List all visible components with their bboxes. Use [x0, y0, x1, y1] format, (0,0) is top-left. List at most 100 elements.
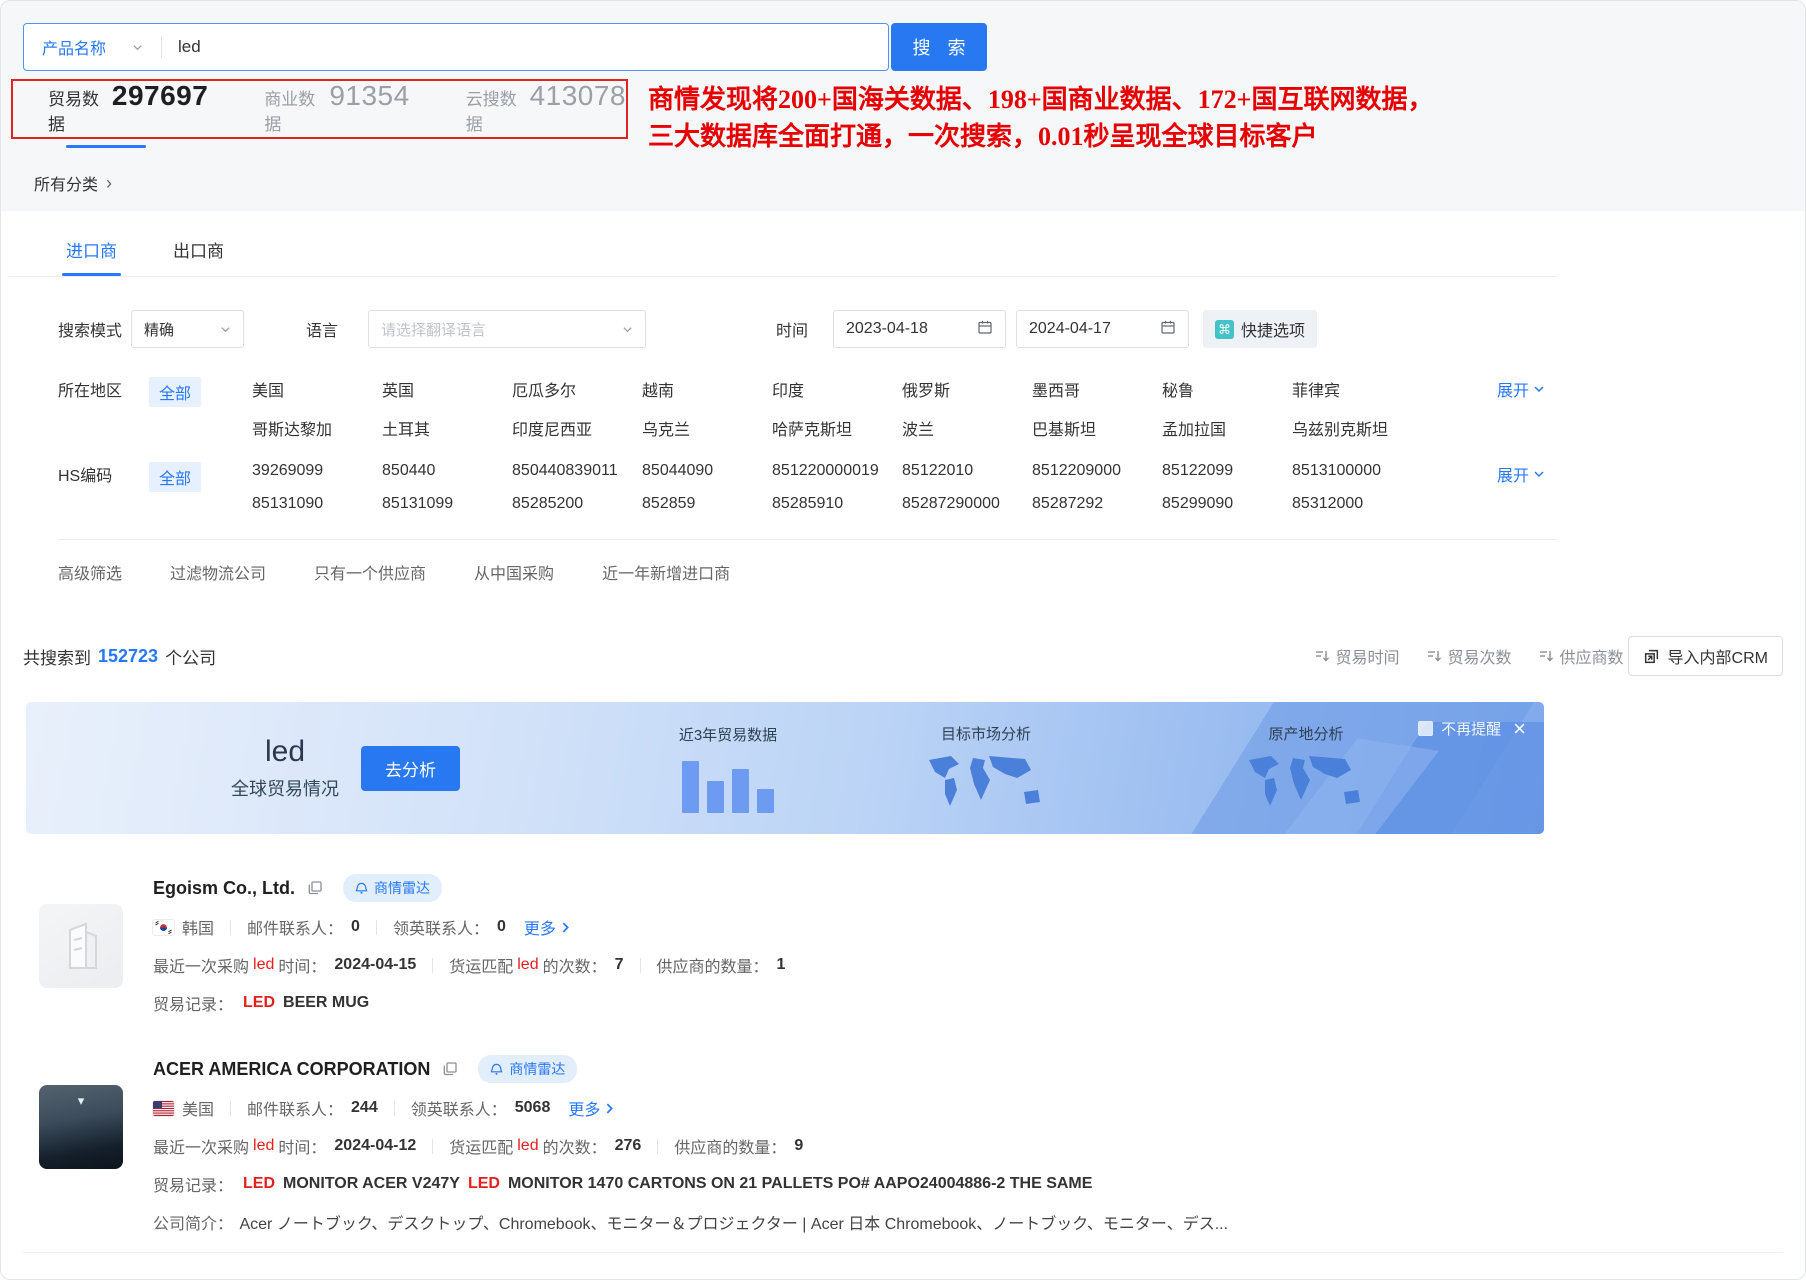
hs-expand-link[interactable]: 展开: [1497, 462, 1545, 486]
search-input[interactable]: [162, 37, 888, 57]
region-item[interactable]: 波兰: [902, 416, 1032, 440]
stat-business-data[interactable]: 商业数据 91354: [264, 80, 409, 139]
purchase-prefix: 最近一次采购: [153, 953, 249, 977]
advanced-filter-item[interactable]: 过滤物流公司: [170, 560, 266, 584]
radar-badge[interactable]: 商情雷达: [478, 1055, 577, 1083]
region-item[interactable]: 俄罗斯: [902, 377, 1032, 401]
hs-row-2: 8513109085131099852852008528598528591085…: [252, 495, 1422, 513]
chevron-down-icon: [1533, 468, 1545, 480]
region-all-pill[interactable]: 全部: [149, 377, 201, 407]
keyword-highlight: led: [517, 1137, 538, 1155]
sort-label: 贸易次数: [1448, 644, 1512, 668]
company-thumbnail[interactable]: [39, 904, 123, 988]
hs-code-item[interactable]: 851220000019: [772, 462, 902, 480]
close-icon[interactable]: ×: [1513, 721, 1526, 737]
quick-options-button[interactable]: ⌘ 快捷选项: [1203, 310, 1317, 348]
chevron-down-icon: [132, 42, 143, 53]
region-item[interactable]: 土耳其: [382, 416, 512, 440]
hs-code-item[interactable]: 8513100000: [1292, 462, 1422, 480]
hs-code-item[interactable]: 850440: [382, 462, 512, 480]
region-item[interactable]: 墨西哥: [1032, 377, 1162, 401]
search-mode-select[interactable]: 精确: [131, 310, 244, 348]
hs-code-item[interactable]: 85285200: [512, 495, 642, 513]
hs-code-item[interactable]: 85312000: [1292, 495, 1422, 513]
advanced-filter-row: 高级筛选 过滤物流公司 只有一个供应商 从中国采购 近一年新增进口商: [9, 540, 1557, 606]
region-item[interactable]: 厄瓜多尔: [512, 377, 642, 401]
copy-icon[interactable]: [442, 1061, 458, 1077]
more-link[interactable]: 更多: [524, 915, 572, 939]
results-section: 共搜索到 152723 个公司 贸易时间 贸易次数 供应商数: [1, 636, 1805, 1253]
sort-option[interactable]: 贸易时间: [1314, 644, 1400, 668]
hs-code-item[interactable]: 850440839011: [512, 462, 642, 480]
advanced-filter-item[interactable]: 只有一个供应商: [314, 560, 426, 584]
stat-value: 91354: [329, 80, 409, 112]
radar-badge[interactable]: 商情雷达: [343, 874, 442, 902]
copy-icon[interactable]: [307, 880, 323, 896]
hs-all-pill[interactable]: 全部: [149, 462, 201, 492]
hs-code-item[interactable]: 8512209000: [1032, 462, 1162, 480]
hs-code-item[interactable]: 85131090: [252, 495, 382, 513]
sort-option[interactable]: 供应商数: [1538, 644, 1624, 668]
hs-code-item[interactable]: 39269099: [252, 462, 382, 480]
hs-code-item[interactable]: 85044090: [642, 462, 772, 480]
region-item[interactable]: 美国: [252, 377, 382, 401]
tab-importer[interactable]: 进口商: [58, 231, 125, 276]
stat-trade-data[interactable]: 贸易数据 297697: [48, 80, 208, 139]
keyword-highlight: led: [253, 956, 274, 974]
region-expand-link[interactable]: 展开: [1497, 377, 1545, 401]
region-item[interactable]: 乌兹别克斯坦: [1292, 416, 1422, 440]
dismiss-label: 不再提醒: [1441, 718, 1501, 739]
company-detail-row: 最近一次采购 led 时间： 2024-04-15 货运匹配 led 的次数： …: [153, 953, 1783, 977]
region-item[interactable]: 菲律宾: [1292, 377, 1422, 401]
region-item[interactable]: 孟加拉国: [1162, 416, 1292, 440]
world-map-icon: [921, 752, 1051, 814]
match-prefix: 货运匹配: [449, 953, 513, 977]
region-item[interactable]: 秘鲁: [1162, 377, 1292, 401]
company-name[interactable]: Egoism Co., Ltd.: [153, 878, 295, 899]
banner-origin-analysis: 原产地分析: [1206, 723, 1406, 814]
supplier-count: 9: [794, 1137, 803, 1155]
email-contacts-label: 邮件联系人：: [247, 915, 343, 939]
company-name[interactable]: ACER AMERICA CORPORATION: [153, 1059, 430, 1080]
region-item[interactable]: 英国: [382, 377, 512, 401]
search-button[interactable]: 搜 索: [891, 23, 987, 71]
dismiss-checkbox[interactable]: [1418, 721, 1433, 736]
hs-code-item[interactable]: 85287290000: [902, 495, 1032, 513]
search-category-dropdown[interactable]: 产品名称: [24, 35, 161, 59]
region-item[interactable]: 印度: [772, 377, 902, 401]
import-crm-button[interactable]: 导入内部CRM: [1628, 636, 1783, 676]
analyze-button[interactable]: 去分析: [361, 746, 460, 791]
region-item[interactable]: 乌克兰: [642, 416, 772, 440]
date-from-input[interactable]: 2023-04-18: [833, 310, 1006, 348]
region-item[interactable]: 哈萨克斯坦: [772, 416, 902, 440]
language-select[interactable]: 请选择翻译语言: [368, 310, 646, 348]
date-to-input[interactable]: 2024-04-17: [1016, 310, 1189, 348]
region-item[interactable]: 印度尼西亚: [512, 416, 642, 440]
record-text: BEER MUG: [283, 994, 369, 1012]
hs-code-item[interactable]: 85287292: [1032, 495, 1162, 513]
advanced-filter-item[interactable]: 从中国采购: [474, 560, 554, 584]
record-keyword: LED: [243, 1175, 275, 1193]
company-thumbnail[interactable]: ▾: [39, 1085, 123, 1169]
hs-code-item[interactable]: 85131099: [382, 495, 512, 513]
more-link[interactable]: 更多: [568, 1096, 616, 1120]
tab-exporter[interactable]: 出口商: [165, 231, 232, 276]
hs-code-item[interactable]: 85285910: [772, 495, 902, 513]
bar-chart-icon: [628, 753, 828, 813]
advanced-filter-item[interactable]: 高级筛选: [58, 560, 122, 584]
region-item[interactable]: 哥斯达黎加: [252, 416, 382, 440]
stat-value: 413078: [530, 80, 626, 112]
banner-dismiss: 不再提醒 ×: [1418, 718, 1526, 739]
region-item[interactable]: 巴基斯坦: [1032, 416, 1162, 440]
hs-code-item[interactable]: 85299090: [1162, 495, 1292, 513]
hs-code-item[interactable]: 852859: [642, 495, 772, 513]
breadcrumb[interactable]: 所有分类 ›: [34, 171, 1783, 195]
hs-code-item[interactable]: 85122099: [1162, 462, 1292, 480]
advanced-filter-item[interactable]: 近一年新增进口商: [602, 560, 730, 584]
sort-option[interactable]: 贸易次数: [1426, 644, 1512, 668]
usa-flag-icon: [153, 1101, 174, 1116]
email-contacts-value: 244: [351, 1099, 378, 1117]
region-item[interactable]: 越南: [642, 377, 772, 401]
hs-code-item[interactable]: 85122010: [902, 462, 1032, 480]
stat-cloud-data[interactable]: 云搜数据 413078: [466, 80, 626, 139]
